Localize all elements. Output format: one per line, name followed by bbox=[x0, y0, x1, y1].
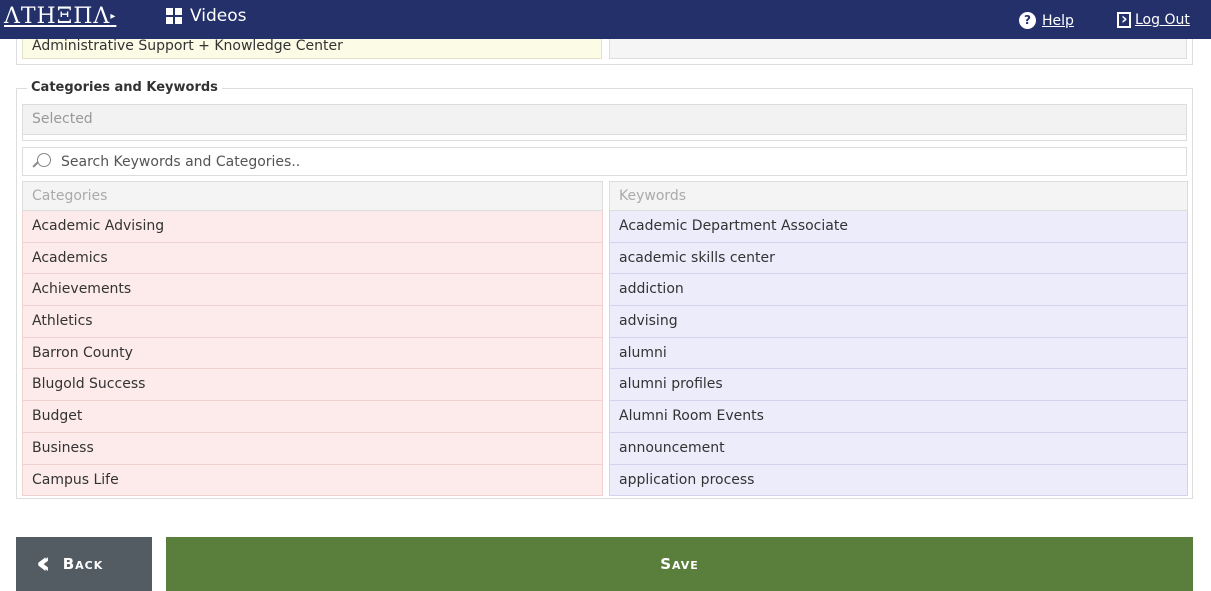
fieldset-legend: Categories and Keywords bbox=[27, 80, 222, 95]
category-item[interactable]: Athletics bbox=[22, 306, 603, 338]
department-field[interactable]: Administrative Support + Knowledge Cente… bbox=[22, 39, 602, 59]
category-item[interactable]: Blugold Success bbox=[22, 369, 603, 402]
nav-videos-link[interactable]: Videos bbox=[166, 6, 247, 26]
search-box bbox=[22, 147, 1187, 176]
keyword-item[interactable]: application process bbox=[609, 464, 1188, 497]
help-link[interactable]: ? Help bbox=[1019, 12, 1074, 29]
save-button[interactable]: Save bbox=[166, 537, 1193, 591]
category-item[interactable]: Academics bbox=[22, 242, 603, 275]
categories-header: Categories bbox=[22, 181, 603, 211]
logout-link[interactable]: Log Out bbox=[1117, 9, 1190, 28]
category-item[interactable]: Achievements bbox=[22, 274, 603, 307]
logout-icon bbox=[1117, 9, 1131, 28]
selected-placeholder: Selected bbox=[32, 111, 93, 127]
back-label: Back bbox=[62, 555, 104, 573]
category-item[interactable]: Academic Advising bbox=[22, 211, 603, 243]
logout-label: Log Out bbox=[1135, 12, 1190, 28]
keywords-header: Keywords bbox=[609, 181, 1188, 211]
help-label: Help bbox=[1042, 12, 1074, 29]
search-input[interactable] bbox=[59, 152, 1163, 171]
category-item[interactable]: Barron County bbox=[22, 337, 603, 370]
athena-logo[interactable]: ΛΤΗΞΠΛ▸ bbox=[4, 4, 116, 30]
keyword-item[interactable]: alumni profiles bbox=[609, 369, 1188, 402]
nav-videos-label: Videos bbox=[190, 6, 247, 26]
secondary-field[interactable] bbox=[609, 39, 1187, 59]
logo-arrow-icon: ▸ bbox=[110, 11, 117, 22]
category-item[interactable]: Business bbox=[22, 432, 603, 465]
category-item[interactable]: Budget bbox=[22, 401, 603, 433]
categories-column: Categories Academic Advising Academics A… bbox=[22, 181, 603, 497]
top-fields-panel: Administrative Support + Knowledge Cente… bbox=[16, 39, 1193, 65]
double-chevron-left-icon: ‹‹ bbox=[36, 546, 50, 581]
logo-text: ΛΤΗΞΠΛ bbox=[4, 4, 111, 29]
department-value: Administrative Support + Knowledge Cente… bbox=[32, 39, 343, 54]
keyword-item[interactable]: addiction bbox=[609, 274, 1188, 307]
top-navigation-bar: ΛΤΗΞΠΛ▸ Videos ? Help Log Out bbox=[0, 0, 1211, 39]
keyword-item[interactable]: announcement bbox=[609, 432, 1188, 465]
save-label: Save bbox=[660, 555, 699, 573]
help-icon: ? bbox=[1019, 12, 1036, 29]
keywords-column: Keywords Academic Department Associate a… bbox=[609, 181, 1188, 497]
grid-icon bbox=[166, 8, 182, 24]
keyword-item[interactable]: Academic Department Associate bbox=[609, 211, 1188, 243]
keyword-item[interactable]: advising bbox=[609, 306, 1188, 338]
back-button[interactable]: ‹‹ Back bbox=[16, 537, 152, 591]
search-icon bbox=[31, 151, 53, 173]
keyword-item[interactable]: Alumni Room Events bbox=[609, 401, 1188, 433]
category-item[interactable]: Campus Life bbox=[22, 464, 603, 497]
keyword-item[interactable]: academic skills center bbox=[609, 242, 1188, 275]
categories-keywords-fieldset: Categories and Keywords Selected Categor… bbox=[16, 80, 1193, 499]
selected-tags-box[interactable]: Selected bbox=[22, 104, 1187, 135]
selected-tags-strip bbox=[22, 135, 1187, 141]
keyword-item[interactable]: alumni bbox=[609, 337, 1188, 370]
